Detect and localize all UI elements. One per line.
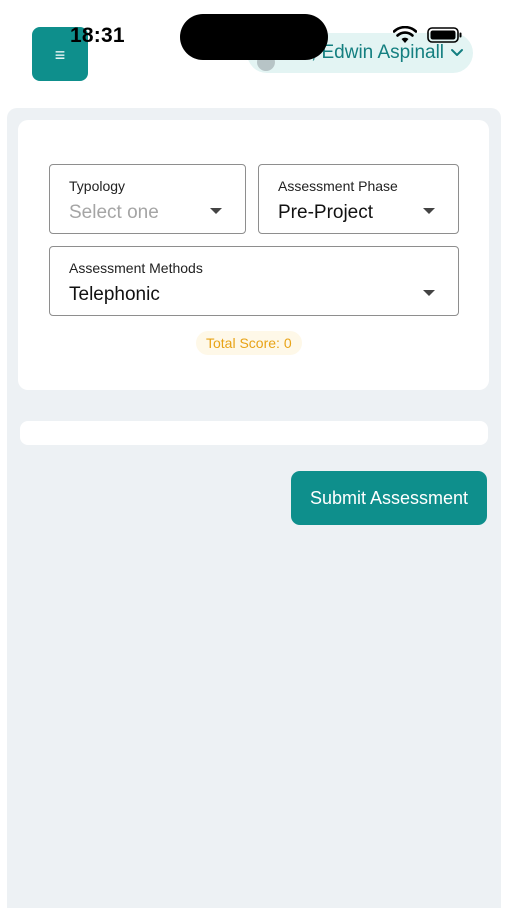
assessment-methods-select[interactable]: Assessment Methods Telephonic [49, 246, 459, 316]
chevron-down-icon [450, 48, 464, 58]
wifi-icon [393, 26, 417, 44]
typology-select[interactable]: Typology Select one [49, 164, 246, 234]
main-panel: Typology Select one Assessment Phase Pre… [7, 108, 501, 908]
typology-placeholder: Select one [69, 202, 159, 223]
dynamic-island [180, 14, 328, 60]
assessment-phase-select[interactable]: Assessment Phase Pre-Project [258, 164, 459, 234]
battery-icon [427, 26, 463, 44]
assessment-phase-label: Assessment Phase [278, 178, 398, 194]
hamburger-menu-icon: ≡ [54, 44, 66, 65]
submit-assessment-button[interactable]: Submit Assessment [291, 471, 487, 525]
assessment-methods-label: Assessment Methods [69, 260, 203, 276]
dropdown-arrow-icon [423, 208, 435, 214]
typology-label: Typology [69, 178, 126, 194]
status-time: 18:31 [70, 24, 125, 47]
dropdown-arrow-icon [210, 208, 222, 214]
assessment-phase-value: Pre-Project [278, 202, 374, 223]
questions-card [20, 421, 488, 445]
total-score-badge: Total Score: 0 [196, 331, 302, 355]
assessment-methods-value: Telephonic [69, 284, 160, 305]
assessment-form-card: Typology Select one Assessment Phase Pre… [18, 120, 489, 390]
dropdown-arrow-icon [423, 290, 435, 296]
status-icons [393, 26, 463, 44]
